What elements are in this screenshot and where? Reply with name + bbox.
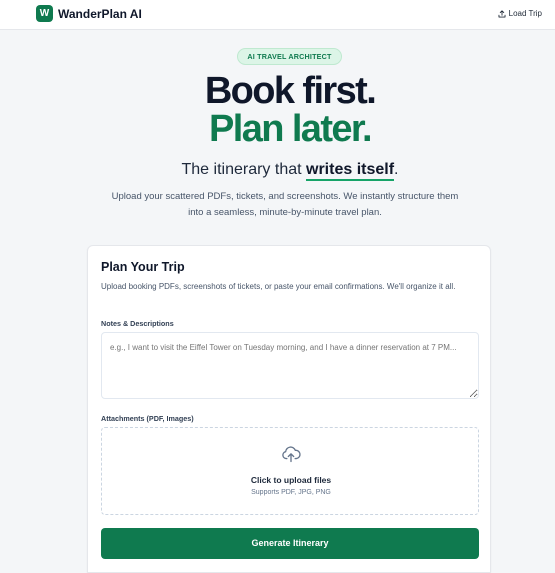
headline-line-2: Plan later.: [209, 108, 373, 150]
plan-trip-card: Plan Your Trip Upload booking PDFs, scre…: [87, 245, 491, 573]
tagline-emphasis: writes itself: [306, 161, 395, 181]
notes-label: Notes & Descriptions: [101, 319, 174, 328]
tagline-prefix: The itinerary that: [181, 161, 306, 178]
card-title: Plan Your Trip: [101, 260, 185, 274]
upload-subtitle: Supports PDF, JPG, PNG: [251, 489, 331, 496]
brand-name[interactable]: WanderPlan AI: [58, 7, 142, 21]
hero-badge: AI TRAVEL ARCHITECT: [237, 48, 342, 65]
upload-icon: [498, 9, 506, 17]
card-description: Upload booking PDFs, screenshots of tick…: [101, 282, 456, 291]
attachments-label: Attachments (PDF, Images): [101, 414, 194, 423]
tagline-suffix: .: [394, 161, 399, 178]
cloud-upload-icon: [282, 446, 301, 463]
upload-title: Click to upload files: [250, 475, 332, 485]
notes-textarea[interactable]: [101, 332, 479, 399]
headline-line-1: Book first.: [204, 70, 377, 112]
file-upload-dropzone[interactable]: Click to upload files Supports PDF, JPG,…: [101, 427, 479, 515]
load-trip-button[interactable]: Load Trip: [498, 9, 542, 18]
generate-itinerary-button[interactable]: Generate Itinerary: [101, 528, 479, 559]
brand-logo[interactable]: W: [36, 5, 53, 22]
load-trip-label: Load Trip: [508, 9, 542, 18]
top-navigation-bar: W WanderPlan AI Load Trip: [0, 0, 555, 30]
tagline: The itinerary that writes itself.: [0, 161, 555, 181]
hero-subtitle: Upload your scattered PDFs, tickets, and…: [111, 191, 459, 218]
